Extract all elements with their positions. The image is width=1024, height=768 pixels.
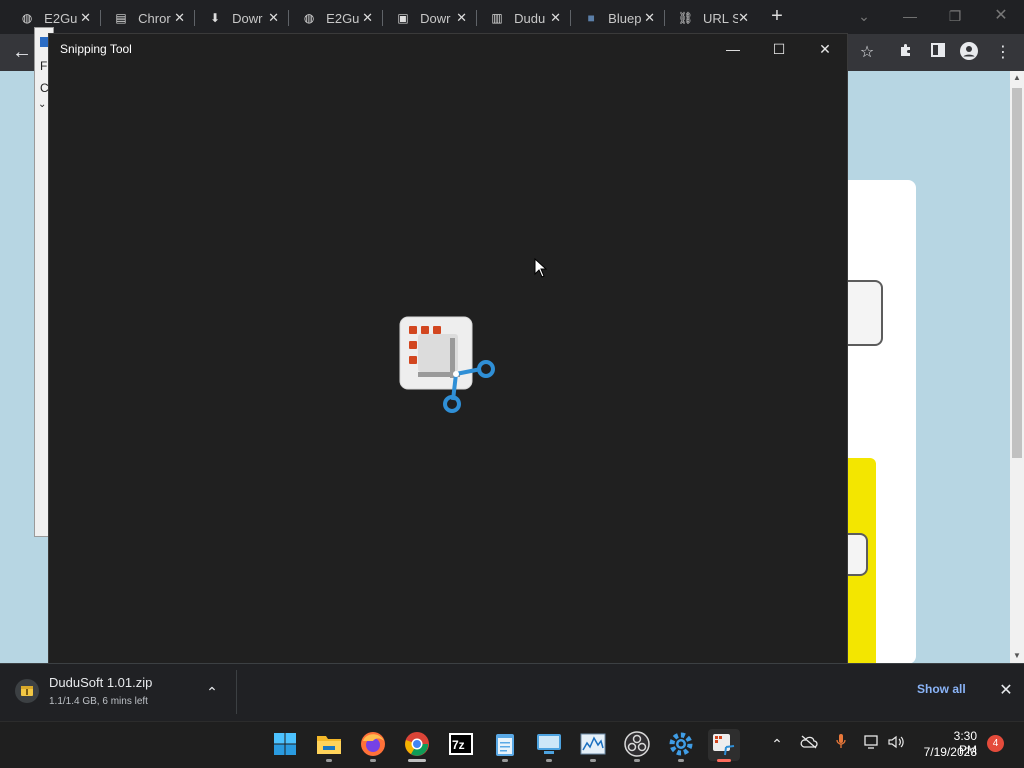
download-icon: ⬇ xyxy=(210,11,221,25)
remote-desktop-icon[interactable] xyxy=(534,729,564,759)
scroll-down-arrow-icon[interactable]: ▼ xyxy=(1010,649,1024,663)
window-restore-icon[interactable]: ❐ xyxy=(943,4,967,28)
tab-label: E2Gu xyxy=(326,10,360,26)
window-title: Snipping Tool xyxy=(60,42,132,56)
tab-download-2[interactable]: ▣ Dowr ✕ xyxy=(382,4,475,32)
volume-speaker-icon[interactable] xyxy=(885,733,907,755)
tab-search-chevron-icon[interactable]: ⌄ xyxy=(852,4,876,28)
tab-divider xyxy=(194,10,195,26)
tab-divider xyxy=(476,10,477,26)
notification-badge[interactable]: 4 xyxy=(987,735,1004,752)
download-file-name[interactable]: DuduSoft 1.01.zip xyxy=(49,675,152,690)
tab-label: E2Gu xyxy=(44,10,78,26)
new-tab-button[interactable]: + xyxy=(767,6,787,26)
tab-dudu[interactable]: ▥ Dudu ✕ xyxy=(476,4,569,32)
running-indicator xyxy=(546,759,552,762)
onedrive-offline-icon[interactable] xyxy=(798,733,820,755)
mouse-cursor-icon xyxy=(534,257,548,283)
download-status: 1.1/1.4 GB, 6 mins left xyxy=(49,696,148,707)
tab-divider xyxy=(100,10,101,26)
7zip-icon[interactable]: 7z xyxy=(446,729,476,759)
tab-chrome-store[interactable]: ▤ Chror ✕ xyxy=(100,4,193,32)
tab-close-icon[interactable]: ✕ xyxy=(738,10,749,26)
tab-close-icon[interactable]: ✕ xyxy=(362,10,373,26)
chrome-store-icon: ▤ xyxy=(115,11,127,25)
close-download-bar-icon[interactable]: ✕ xyxy=(996,681,1016,701)
active-indicator xyxy=(717,759,731,762)
tab-divider xyxy=(570,10,571,26)
running-indicator xyxy=(370,759,376,762)
globe-icon: ◍ xyxy=(21,11,33,25)
firefox-icon[interactable] xyxy=(358,729,388,759)
building-icon: ▥ xyxy=(491,11,503,25)
file-explorer-icon[interactable] xyxy=(314,729,344,759)
app-window-icon xyxy=(40,37,48,47)
folder-icon: ■ xyxy=(587,11,595,25)
side-panel-icon[interactable] xyxy=(927,42,949,64)
tab-close-icon[interactable]: ✕ xyxy=(268,10,279,26)
microphone-icon[interactable] xyxy=(830,733,852,755)
maximize-button[interactable]: ☐ xyxy=(764,38,794,60)
obs-icon[interactable] xyxy=(622,729,652,759)
download-bar xyxy=(0,663,1024,721)
extensions-puzzle-icon[interactable] xyxy=(895,42,917,64)
minimize-button[interactable]: — xyxy=(718,38,748,60)
svg-text:7z: 7z xyxy=(452,738,465,752)
resource-monitor-icon[interactable] xyxy=(578,729,608,759)
tab-label: Dudu xyxy=(514,10,546,26)
bookmark-star-icon[interactable]: ☆ xyxy=(856,42,878,64)
scroll-up-arrow-icon[interactable]: ▲ xyxy=(1010,71,1024,85)
scrollbar-thumb[interactable] xyxy=(1012,88,1022,458)
tab-e2gu-2[interactable]: ◍ E2Gu ✕ xyxy=(288,4,381,32)
show-hidden-icons-chevron-icon[interactable]: ⌃ xyxy=(766,733,788,755)
active-indicator xyxy=(408,759,426,762)
tab-close-icon[interactable]: ✕ xyxy=(456,10,467,26)
app-window-icon: ▣ xyxy=(397,11,409,25)
profile-avatar-icon[interactable] xyxy=(958,42,980,64)
tab-divider xyxy=(664,10,665,26)
chevron-up-icon[interactable]: ⌃ xyxy=(202,682,222,702)
tab-close-icon[interactable]: ✕ xyxy=(174,10,185,26)
running-indicator xyxy=(590,759,596,762)
chevron-down-icon[interactable]: ⌄ xyxy=(38,99,46,110)
snipping-tool-taskbar-icon[interactable] xyxy=(708,729,740,761)
zip-file-icon[interactable] xyxy=(14,678,40,704)
background-menu-file[interactable]: F xyxy=(40,59,47,73)
tab-label: Chror xyxy=(138,10,171,26)
window-close-icon[interactable]: ✕ xyxy=(989,4,1013,28)
window-minimize-icon[interactable]: — xyxy=(898,4,922,28)
browser-menu-kebab-icon[interactable]: ⋮ xyxy=(992,42,1014,64)
network-icon[interactable] xyxy=(862,733,884,755)
running-indicator xyxy=(326,759,332,762)
download-divider xyxy=(236,670,237,714)
tab-label: Dowr xyxy=(232,10,263,26)
settings-gear-icon[interactable] xyxy=(666,729,696,759)
clock-date[interactable]: 7/19/2023 xyxy=(921,745,977,759)
tab-close-icon[interactable]: ✕ xyxy=(644,10,655,26)
tab-divider xyxy=(382,10,383,26)
tab-download-1[interactable]: ⬇ Dowr ✕ xyxy=(194,4,287,32)
tab-label: Dowr xyxy=(420,10,451,26)
back-arrow-icon[interactable]: ← xyxy=(10,40,34,64)
running-indicator xyxy=(634,759,640,762)
close-button[interactable]: ✕ xyxy=(810,38,840,60)
tab-close-icon[interactable]: ✕ xyxy=(550,10,561,26)
notepad-icon[interactable] xyxy=(490,729,520,759)
tab-label: Bluep xyxy=(608,10,642,26)
running-indicator xyxy=(502,759,508,762)
show-all-button[interactable]: Show all xyxy=(917,682,966,696)
link-icon: ⛓ xyxy=(677,11,694,25)
running-indicator xyxy=(678,759,684,762)
tab-url-shortener[interactable]: ⛓ URL S ✕ xyxy=(664,4,757,32)
tab-close-icon[interactable]: ✕ xyxy=(80,10,91,26)
tab-blueprint[interactable]: ■ Bluep ✕ xyxy=(570,4,663,32)
windows-start-icon[interactable] xyxy=(270,729,300,759)
tab-divider xyxy=(288,10,289,26)
chrome-icon[interactable] xyxy=(402,729,432,759)
tab-label: URL S xyxy=(703,10,739,26)
snipping-tool-logo-icon xyxy=(396,314,500,419)
globe-icon: ◍ xyxy=(303,11,315,25)
